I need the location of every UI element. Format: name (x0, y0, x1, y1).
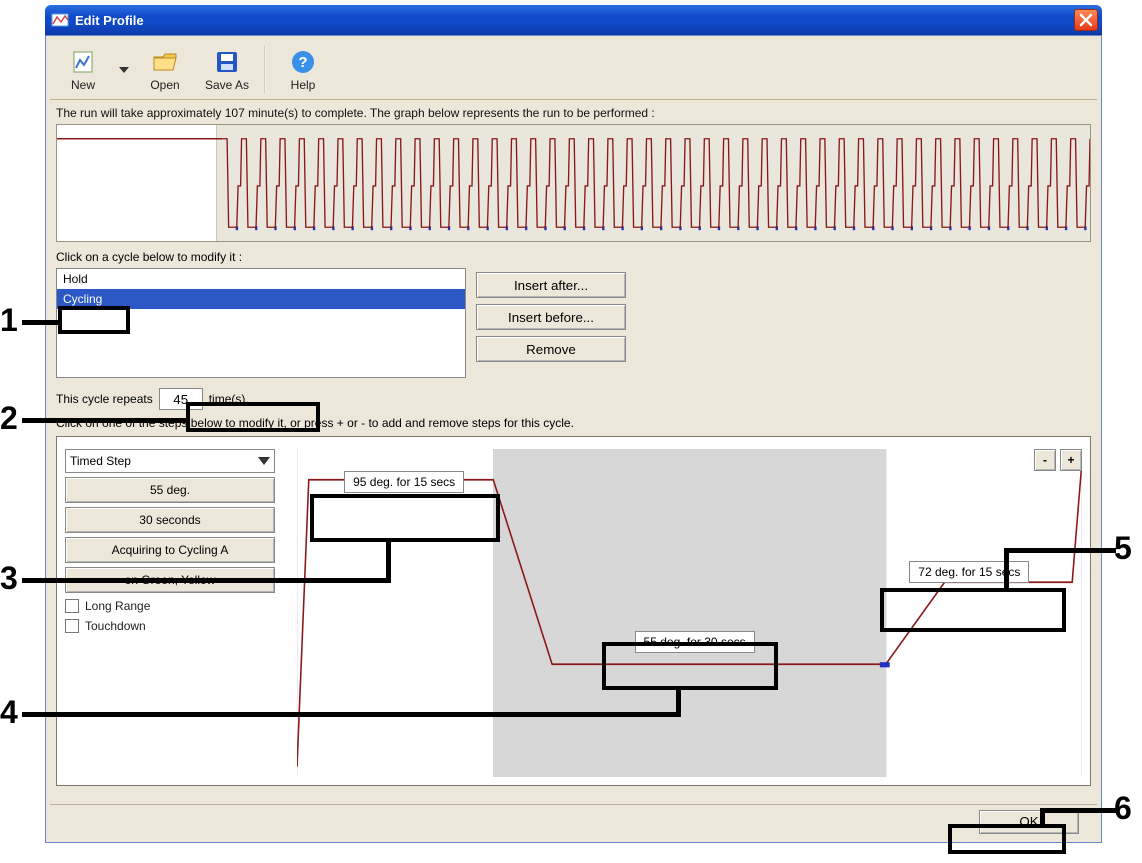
annotation-6: 6 (1114, 790, 1132, 827)
save-icon (213, 48, 241, 76)
remove-step-button[interactable]: - (1034, 449, 1056, 471)
insert-after-button[interactable]: Insert after... (476, 272, 626, 298)
step-plot[interactable]: 95 deg. for 15 secs 55 deg. for 30 secs … (297, 449, 1082, 777)
toolbar: New Open Save As (50, 40, 1097, 100)
run-info-text: The run will take approximately 107 minu… (56, 106, 1091, 120)
annotation-1: 1 (0, 302, 18, 339)
app-icon (51, 11, 69, 29)
touchdown-checkbox[interactable] (65, 619, 79, 633)
step3-label[interactable]: 72 deg. for 15 secs (909, 561, 1029, 583)
step-canvas: Timed Step 55 deg. 30 seconds Acquiring … (56, 436, 1091, 786)
open-button[interactable]: Open (136, 42, 194, 98)
saveas-button[interactable]: Save As (198, 42, 256, 98)
touchdown-label: Touchdown (85, 619, 146, 633)
step-channel-button[interactable]: on Green, Yellow (65, 567, 275, 593)
annotation-2: 2 (0, 400, 18, 437)
annotation-3: 3 (0, 560, 18, 597)
step-temp-button[interactable]: 55 deg. (65, 477, 275, 503)
window-title: Edit Profile (75, 13, 1074, 28)
annotation-5: 5 (1114, 530, 1132, 567)
cycle-list-label: Click on a cycle below to modify it : (56, 250, 1091, 264)
svg-text:?: ? (298, 54, 307, 71)
overview-graph[interactable] (56, 124, 1091, 242)
help-label: Help (291, 78, 316, 92)
close-button[interactable] (1074, 9, 1098, 31)
chevron-down-icon (258, 457, 270, 465)
step1-label[interactable]: 95 deg. for 15 secs (344, 471, 464, 493)
step-type-value: Timed Step (70, 454, 131, 468)
bottom-bar: OK (50, 804, 1097, 838)
step-duration-button[interactable]: 30 seconds (65, 507, 275, 533)
help-icon: ? (289, 48, 317, 76)
cycle-item-hold[interactable]: Hold (57, 269, 465, 289)
help-button[interactable]: ? Help (274, 42, 332, 98)
step-hint: Click on one of the steps below to modif… (56, 416, 1091, 430)
new-icon (69, 48, 97, 76)
long-range-checkbox[interactable] (65, 599, 79, 613)
step-type-select[interactable]: Timed Step (65, 449, 275, 473)
cycle-item-cycling[interactable]: Cycling (57, 289, 465, 309)
add-step-button[interactable]: + (1060, 449, 1082, 471)
long-range-label: Long Range (85, 599, 150, 613)
repeats-suffix: time(s). (209, 392, 249, 406)
title-bar: Edit Profile (45, 5, 1102, 35)
new-dropdown[interactable] (116, 42, 132, 98)
new-button[interactable]: New (54, 42, 112, 98)
toolbar-separator (264, 46, 266, 94)
repeats-prefix: This cycle repeats (56, 392, 153, 406)
open-label: Open (150, 78, 179, 92)
step-side-panel: Timed Step 55 deg. 30 seconds Acquiring … (65, 449, 285, 633)
saveas-label: Save As (205, 78, 249, 92)
ok-button[interactable]: OK (979, 810, 1079, 834)
new-label: New (71, 78, 95, 92)
cycle-list[interactable]: Hold Cycling (56, 268, 466, 378)
insert-before-button[interactable]: Insert before... (476, 304, 626, 330)
remove-button[interactable]: Remove (476, 336, 626, 362)
step2-label[interactable]: 55 deg. for 30 secs (635, 631, 755, 653)
step-acquire-button[interactable]: Acquiring to Cycling A (65, 537, 275, 563)
window-body: New Open Save As (45, 35, 1102, 843)
annotation-4: 4 (0, 694, 18, 731)
repeats-input[interactable] (159, 388, 203, 410)
open-icon (151, 48, 179, 76)
